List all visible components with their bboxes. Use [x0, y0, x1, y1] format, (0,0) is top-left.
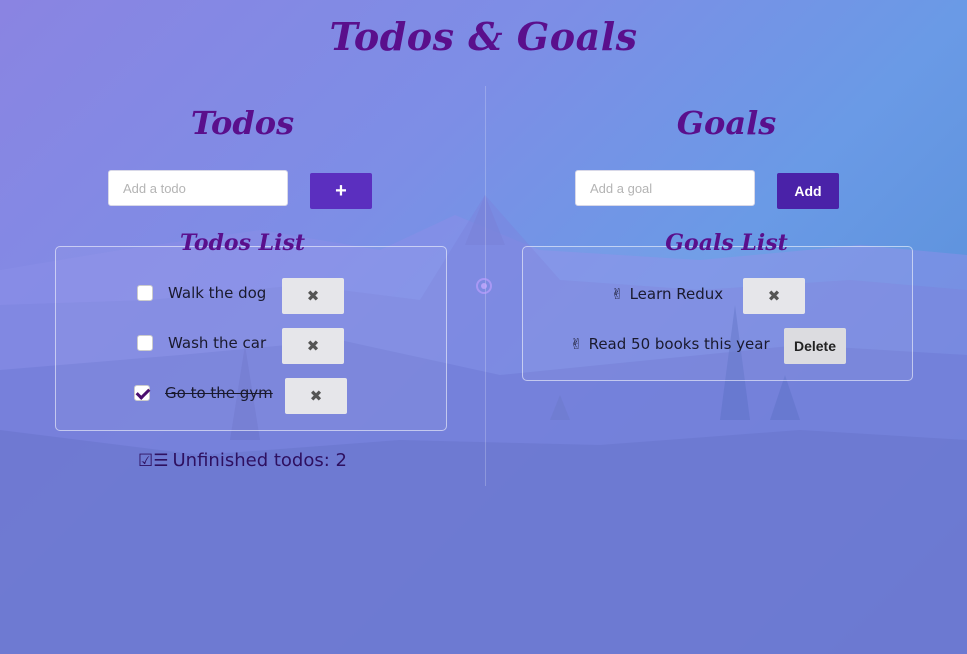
remove-todo-button[interactable]: ✖: [282, 328, 344, 364]
add-goal-button[interactable]: Add: [777, 173, 839, 209]
close-icon: ✖: [309, 387, 323, 405]
remove-goal-button[interactable]: ✖: [743, 278, 805, 314]
remove-todo-button[interactable]: ✖: [282, 278, 344, 314]
todos-title: Todos: [190, 104, 295, 142]
goals-list-box: [522, 246, 913, 381]
target-icon: [476, 278, 492, 294]
victory-hand-icon: ✌: [570, 335, 583, 353]
unfinished-todos-label: Unfinished todos: 2: [172, 450, 347, 471]
goals-title: Goals: [676, 104, 777, 142]
todo-item: Go to the gym: [134, 384, 273, 402]
todo-item-label: Wash the car: [168, 334, 267, 352]
todo-item: Wash the car: [137, 334, 266, 352]
goal-item: ✌ Read 50 books this year: [570, 335, 770, 353]
remove-todo-button[interactable]: ✖: [285, 378, 347, 414]
goal-item: ✌ Learn Redux: [611, 285, 723, 303]
todo-item-label: Go to the gym: [165, 384, 273, 402]
close-icon: ✖: [306, 337, 320, 355]
goals-list-title: Goals List: [665, 230, 788, 256]
close-icon: ✖: [306, 287, 320, 305]
delete-goal-button[interactable]: Delete: [784, 328, 846, 364]
close-icon: ✖: [767, 287, 781, 305]
goal-item-label: Learn Redux: [629, 285, 724, 303]
add-todo-input[interactable]: [108, 170, 288, 206]
unfinished-todos-counter: ☑☰ Unfinished todos: 2: [0, 450, 485, 471]
todos-list-title: Todos List: [180, 230, 305, 256]
plus-icon: +: [335, 179, 347, 202]
todo-item-label: Walk the dog: [168, 284, 267, 302]
todo-checkbox[interactable]: [137, 285, 153, 301]
add-todo-button[interactable]: +: [310, 173, 372, 209]
todo-checkbox[interactable]: [134, 385, 150, 401]
app-root: Todos & Goals Todos + Todos List Walk th…: [0, 0, 967, 654]
app-title: Todos & Goals: [329, 14, 638, 59]
list-check-icon: ☑☰: [138, 451, 169, 471]
goal-item-label: Read 50 books this year: [588, 335, 770, 353]
todo-checkbox[interactable]: [137, 335, 153, 351]
victory-hand-icon: ✌: [611, 285, 624, 303]
add-goal-input[interactable]: [575, 170, 755, 206]
todo-item: Walk the dog: [137, 284, 266, 302]
